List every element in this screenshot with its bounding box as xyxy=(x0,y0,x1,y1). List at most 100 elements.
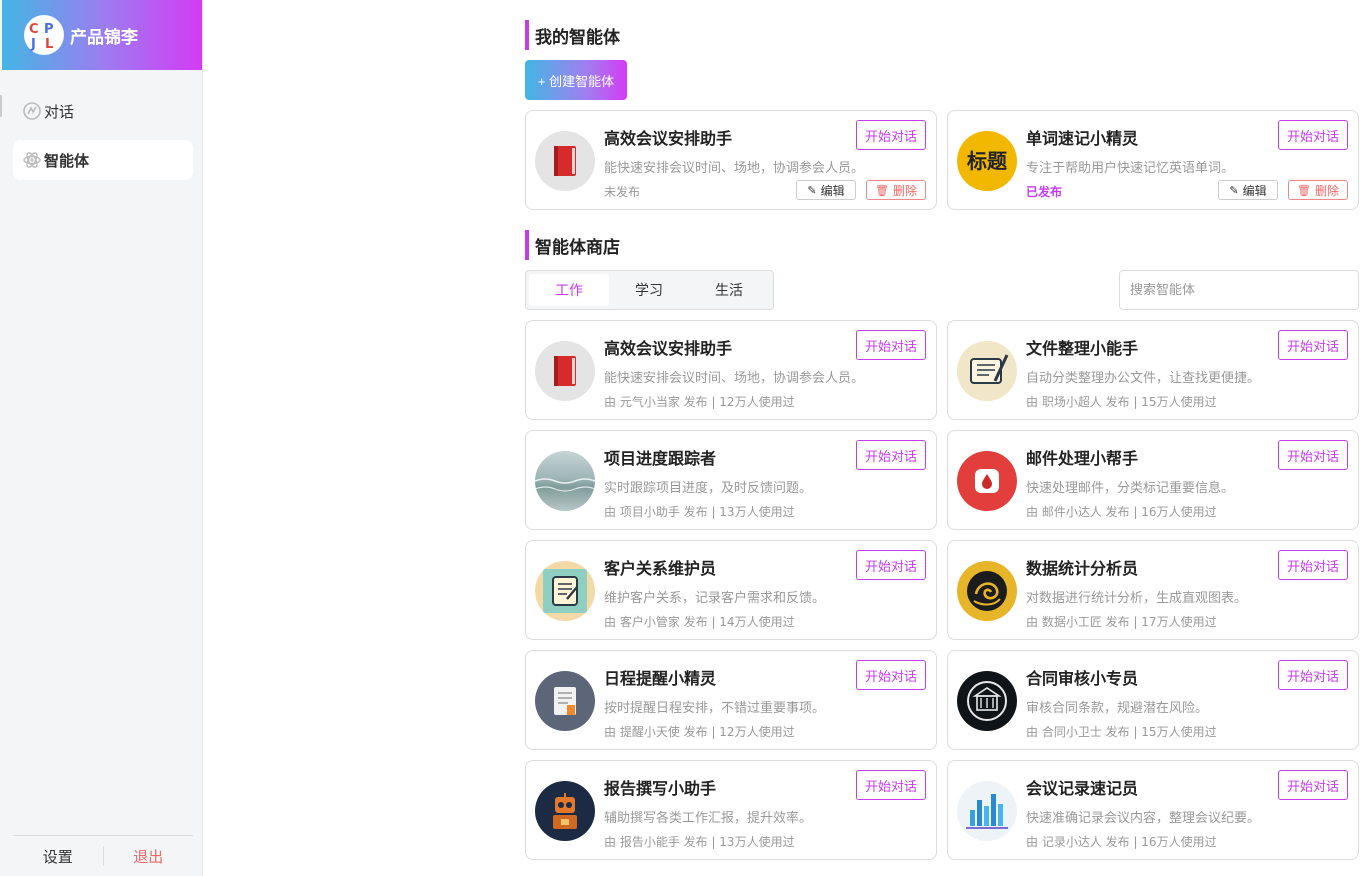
card-title: 高效会议安排助手 xyxy=(604,129,733,148)
card-title: 报告撰写小助手 xyxy=(604,779,717,798)
notepad-icon xyxy=(535,561,595,621)
card-title: 单词速记小精灵 xyxy=(1026,129,1139,148)
card-title: 文件整理小能手 xyxy=(1026,339,1139,358)
quill-scroll-icon xyxy=(957,341,1017,401)
store-title: 智能体商店 xyxy=(525,230,620,260)
card-description: 审核合同条款，规避潜在风险。 xyxy=(1026,701,1209,716)
logout-button[interactable]: 退出 xyxy=(104,846,194,867)
store-agent-card: 会议记录速记员 快速准确记录会议内容，整理会议纪要。 由 记录小达人 发布 | … xyxy=(947,760,1359,860)
brand-name: 产品锦李 xyxy=(70,27,138,48)
tab-study[interactable]: 学习 xyxy=(609,274,689,306)
sidebar-item-label: 智能体 xyxy=(44,151,90,170)
card-meta: 由 数据小工匠 发布 | 17万人使用过 xyxy=(1026,615,1217,629)
card-meta: 由 元气小当家 发布 | 12万人使用过 xyxy=(604,395,795,409)
store-agent-card: 客户关系维护员 维护客户关系，记录客户需求和反馈。 由 客户小管家 发布 | 1… xyxy=(525,540,937,640)
search-input[interactable] xyxy=(1119,270,1359,310)
badge-text: 标题 xyxy=(967,148,1007,173)
building-emblem-icon xyxy=(957,671,1017,731)
start-chat-button[interactable]: 开始对话 xyxy=(856,660,926,690)
store-agent-card: 邮件处理小帮手 快速处理邮件，分类标记重要信息。 由 邮件小达人 发布 | 16… xyxy=(947,430,1359,530)
delete-label: 删除 xyxy=(1314,183,1339,198)
card-title: 高效会议安排助手 xyxy=(604,339,733,358)
start-chat-button[interactable]: 开始对话 xyxy=(856,120,926,150)
delete-button[interactable]: 🗑 删除 xyxy=(1288,180,1348,200)
sidebar-item-label: 对话 xyxy=(44,102,75,121)
start-chat-button[interactable]: 开始对话 xyxy=(856,770,926,800)
card-meta: 由 邮件小达人 发布 | 16万人使用过 xyxy=(1026,505,1217,519)
store-agent-card: 日程提醒小精灵 按时提醒日程安排，不错过重要事项。 由 提醒小天使 发布 | 1… xyxy=(525,650,937,750)
store-agent-card: 文件整理小能手 自动分类整理办公文件，让查找更便捷。 由 职场小超人 发布 | … xyxy=(947,320,1359,420)
start-chat-button[interactable]: 开始对话 xyxy=(856,330,926,360)
card-meta: 由 项目小助手 发布 | 13万人使用过 xyxy=(604,505,795,519)
card-description: 专注于帮助用户快速记忆英语单词。 xyxy=(1026,161,1235,176)
red-book-icon xyxy=(535,131,595,191)
card-description: 辅助撰写各类工作汇报，提升效率。 xyxy=(604,811,813,826)
card-description: 快速处理邮件，分类标记重要信息。 xyxy=(1026,481,1235,496)
mail-drop-icon xyxy=(957,451,1017,511)
start-chat-button[interactable]: 开始对话 xyxy=(1278,120,1348,150)
start-chat-button[interactable]: 开始对话 xyxy=(1278,330,1348,360)
card-title: 邮件处理小帮手 xyxy=(1026,449,1139,468)
sidebar-item-agents[interactable]: 智能体 xyxy=(13,140,193,180)
store-agent-card: 数据统计分析员 对数据进行统计分析，生成直观图表。 由 数据小工匠 发布 | 1… xyxy=(947,540,1359,640)
card-description: 按时提醒日程安排，不错过重要事项。 xyxy=(604,701,826,716)
store-tabs: 工作 学习 生活 xyxy=(525,270,774,310)
title-badge-icon: 标题 xyxy=(957,131,1017,191)
card-title: 日程提醒小精灵 xyxy=(604,669,717,688)
chart-city-icon xyxy=(957,781,1017,841)
delete-button[interactable]: 🗑 删除 xyxy=(866,180,926,200)
tab-life[interactable]: 生活 xyxy=(689,274,769,306)
atom-icon xyxy=(22,150,42,170)
svg-text:C: C xyxy=(29,22,39,37)
start-chat-button[interactable]: 开始对话 xyxy=(856,550,926,580)
create-agent-button[interactable]: + 创建智能体 xyxy=(525,60,627,100)
card-meta: 由 职场小超人 发布 | 15万人使用过 xyxy=(1026,395,1217,409)
svg-text:L: L xyxy=(45,37,53,52)
svg-text:P: P xyxy=(44,22,54,37)
card-description: 能快速安排会议时间、场地，协调参会人员。 xyxy=(604,371,865,386)
card-title: 会议记录速记员 xyxy=(1026,779,1139,798)
card-description: 维护客户关系，记录客户需求和反馈。 xyxy=(604,591,826,606)
card-meta: 由 客户小管家 发布 | 14万人使用过 xyxy=(604,615,795,629)
logo-icon: C P J L xyxy=(29,22,54,52)
edit-label: 编辑 xyxy=(820,183,845,198)
edit-label: 编辑 xyxy=(1242,183,1267,198)
settings-button[interactable]: 设置 xyxy=(13,846,103,867)
pencil-icon: ✎ xyxy=(1229,184,1239,197)
start-chat-button[interactable]: 开始对话 xyxy=(1278,660,1348,690)
trash-icon: 🗑 xyxy=(875,184,889,197)
card-meta: 由 提醒小天使 发布 | 12万人使用过 xyxy=(604,725,795,739)
publish-status: 未发布 xyxy=(604,185,641,199)
brand-header: C P J L 产品锦李 xyxy=(2,0,202,70)
start-chat-button[interactable]: 开始对话 xyxy=(1278,440,1348,470)
pencil-icon: ✎ xyxy=(807,184,817,197)
my-agent-card: 标题 单词速记小精灵 专注于帮助用户快速记忆英语单词。 已发布 开始对话 ✎ 编辑… xyxy=(947,110,1359,210)
sidebar-edge-marker xyxy=(0,95,2,117)
sea-photo-icon xyxy=(535,451,595,511)
card-title: 客户关系维护员 xyxy=(604,559,717,578)
start-chat-button[interactable]: 开始对话 xyxy=(1278,770,1348,800)
card-meta: 由 记录小达人 发布 | 16万人使用过 xyxy=(1026,835,1217,849)
edit-button[interactable]: ✎ 编辑 xyxy=(796,180,856,200)
edit-button[interactable]: ✎ 编辑 xyxy=(1218,180,1278,200)
red-book-icon xyxy=(535,341,595,401)
start-chat-button[interactable]: 开始对话 xyxy=(1278,550,1348,580)
robot-icon xyxy=(535,781,595,841)
trash-icon: 🗑 xyxy=(1297,184,1311,197)
publish-status: 已发布 xyxy=(1026,185,1063,199)
card-title: 项目进度跟踪者 xyxy=(604,449,717,468)
my-agent-card: 高效会议安排助手 能快速安排会议时间、场地，协调参会人员。 未发布 开始对话 ✎… xyxy=(525,110,937,210)
tab-work[interactable]: 工作 xyxy=(529,274,609,306)
start-chat-button[interactable]: 开始对话 xyxy=(856,440,926,470)
delete-label: 删除 xyxy=(892,183,917,198)
card-description: 快速准确记录会议内容，整理会议纪要。 xyxy=(1026,811,1261,826)
card-description: 能快速安排会议时间、场地，协调参会人员。 xyxy=(604,161,865,176)
card-description: 实时跟踪项目进度，及时反馈问题。 xyxy=(604,481,813,496)
store-agent-card: 报告撰写小助手 辅助撰写各类工作汇报，提升效率。 由 报告小能手 发布 | 13… xyxy=(525,760,937,860)
sidebar-item-chat[interactable]: 对话 xyxy=(13,91,193,131)
svg-text:J: J xyxy=(30,37,36,52)
card-meta: 由 合同小卫士 发布 | 15万人使用过 xyxy=(1026,725,1217,739)
swirl-emblem-icon xyxy=(957,561,1017,621)
card-description: 自动分类整理办公文件，让查找更便捷。 xyxy=(1026,371,1261,386)
card-description: 对数据进行统计分析，生成直观图表。 xyxy=(1026,591,1248,606)
